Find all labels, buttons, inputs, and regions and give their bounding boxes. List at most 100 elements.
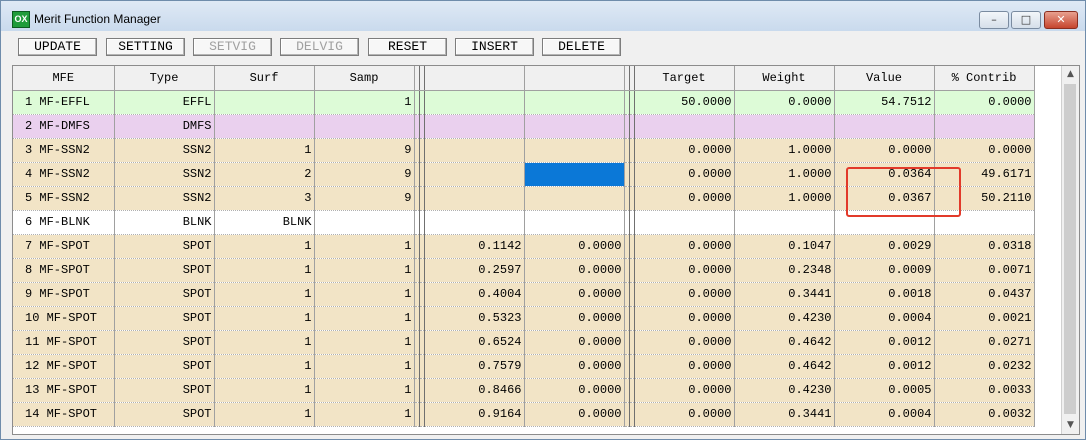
surf-cell[interactable]: 1 [214, 234, 315, 259]
col-header-param1[interactable] [424, 66, 525, 91]
table-row[interactable]: 2 MF-DMFS DMFS [13, 114, 1035, 139]
param1-cell[interactable] [424, 162, 525, 187]
title-bar[interactable]: OX Merit Function Manager – □ ✕ [1, 1, 1085, 31]
contrib-cell[interactable]: 0.0232 [934, 354, 1035, 379]
value-cell[interactable] [834, 114, 935, 139]
target-cell[interactable]: 0.0000 [634, 378, 735, 403]
table-row[interactable]: 9 MF-SPOT SPOT 1 1 0.4004 0.0000 0.0000 0.3441 0… [13, 282, 1035, 307]
vertical-scrollbar[interactable]: ▲ ▼ [1061, 66, 1079, 434]
contrib-cell[interactable]: 0.0271 [934, 330, 1035, 355]
table-row[interactable]: 10 MF-SPOT SPOT 1 1 0.5323 0.0000 0.0000 0.4230… [13, 306, 1035, 331]
target-cell[interactable]: 0.0000 [634, 402, 735, 427]
value-cell[interactable]: 0.0004 [834, 306, 935, 331]
weight-cell[interactable] [734, 114, 835, 139]
contrib-cell[interactable] [934, 210, 1035, 235]
setting-button[interactable]: SETTING [106, 38, 185, 56]
samp-cell[interactable]: 9 [314, 186, 415, 211]
weight-cell[interactable]: 0.4642 [734, 354, 835, 379]
mfe-cell[interactable]: 11 MF-SPOT [13, 330, 115, 355]
param1-cell[interactable] [424, 210, 525, 235]
surf-cell[interactable]: BLNK [214, 210, 315, 235]
type-cell[interactable]: SSN2 [114, 186, 215, 211]
surf-cell[interactable]: 1 [214, 138, 315, 163]
insert-button[interactable]: INSERT [455, 38, 534, 56]
type-cell[interactable]: EFFL [114, 90, 215, 115]
table-row[interactable]: 13 MF-SPOT SPOT 1 1 0.8466 0.0000 0.0000 0.4230… [13, 378, 1035, 403]
type-cell[interactable]: SPOT [114, 330, 215, 355]
col-header-samp[interactable]: Samp [314, 66, 415, 91]
target-cell[interactable]: 0.0000 [634, 162, 735, 187]
type-cell[interactable]: SPOT [114, 306, 215, 331]
param2-cell[interactable] [524, 186, 625, 211]
target-cell[interactable]: 0.0000 [634, 234, 735, 259]
samp-cell[interactable]: 1 [314, 354, 415, 379]
mfe-cell[interactable]: 9 MF-SPOT [13, 282, 115, 307]
table-row[interactable]: 11 MF-SPOT SPOT 1 1 0.6524 0.0000 0.0000 0.4642… [13, 330, 1035, 355]
type-cell[interactable]: SPOT [114, 354, 215, 379]
mfe-cell[interactable]: 2 MF-DMFS [13, 114, 115, 139]
mfe-cell[interactable]: 12 MF-SPOT [13, 354, 115, 379]
param1-cell[interactable]: 0.7579 [424, 354, 525, 379]
param1-cell[interactable]: 0.6524 [424, 330, 525, 355]
col-header-type[interactable]: Type [114, 66, 215, 91]
mfe-cell[interactable]: 13 MF-SPOT [13, 378, 115, 403]
value-cell[interactable]: 0.0029 [834, 234, 935, 259]
col-header-contrib[interactable]: % Contrib [934, 66, 1035, 91]
weight-cell[interactable]: 0.4642 [734, 330, 835, 355]
close-button[interactable]: ✕ [1044, 11, 1078, 29]
mfe-cell[interactable]: 1 MF-EFFL [13, 90, 115, 115]
contrib-cell[interactable]: 49.6171 [934, 162, 1035, 187]
contrib-cell[interactable]: 0.0000 [934, 138, 1035, 163]
param2-cell[interactable] [524, 114, 625, 139]
contrib-cell[interactable]: 0.0071 [934, 258, 1035, 283]
param1-cell[interactable]: 0.9164 [424, 402, 525, 427]
reset-button[interactable]: RESET [368, 38, 447, 56]
table-row[interactable]: 6 MF-BLNK BLNK BLNK [13, 210, 1035, 235]
scrollbar-thumb[interactable] [1064, 84, 1076, 414]
target-cell[interactable] [634, 210, 735, 235]
target-cell[interactable]: 0.0000 [634, 306, 735, 331]
param2-cell[interactable] [524, 162, 625, 187]
delvig-button[interactable]: DELVIG [280, 38, 359, 56]
param2-cell[interactable]: 0.0000 [524, 330, 625, 355]
col-header-weight[interactable]: Weight [734, 66, 835, 91]
mfe-cell[interactable]: 8 MF-SPOT [13, 258, 115, 283]
value-cell[interactable]: 0.0364 [834, 162, 935, 187]
mfe-cell[interactable]: 5 MF-SSN2 [13, 186, 115, 211]
mfe-cell[interactable]: 4 MF-SSN2 [13, 162, 115, 187]
samp-cell[interactable]: 1 [314, 378, 415, 403]
samp-cell[interactable]: 9 [314, 138, 415, 163]
surf-cell[interactable]: 1 [214, 306, 315, 331]
samp-cell[interactable] [314, 210, 415, 235]
param2-cell[interactable]: 0.0000 [524, 258, 625, 283]
samp-cell[interactable]: 1 [314, 234, 415, 259]
table-row[interactable]: 1 MF-EFFL EFFL 1 50.0000 0.0000 54.7512 0.0000 [13, 90, 1035, 115]
target-cell[interactable]: 0.0000 [634, 186, 735, 211]
mfe-cell[interactable]: 7 MF-SPOT [13, 234, 115, 259]
setvig-button[interactable]: SETVIG [193, 38, 272, 56]
type-cell[interactable]: DMFS [114, 114, 215, 139]
surf-cell[interactable]: 1 [214, 282, 315, 307]
surf-cell[interactable] [214, 90, 315, 115]
contrib-cell[interactable]: 0.0021 [934, 306, 1035, 331]
weight-cell[interactable] [734, 210, 835, 235]
col-header-mfe[interactable]: MFE [13, 66, 115, 91]
target-cell[interactable]: 0.0000 [634, 330, 735, 355]
col-header-surf[interactable]: Surf [214, 66, 315, 91]
surf-cell[interactable]: 1 [214, 330, 315, 355]
param2-cell[interactable]: 0.0000 [524, 402, 625, 427]
value-cell[interactable]: 0.0018 [834, 282, 935, 307]
weight-cell[interactable]: 0.2348 [734, 258, 835, 283]
param1-cell[interactable]: 0.5323 [424, 306, 525, 331]
value-cell[interactable]: 0.0012 [834, 330, 935, 355]
scroll-up-arrow-icon[interactable]: ▲ [1062, 66, 1079, 83]
value-cell[interactable]: 0.0367 [834, 186, 935, 211]
table-row[interactable]: 3 MF-SSN2 SSN2 1 9 0.0000 1.0000 0.0000 0.0000 [13, 138, 1035, 163]
table-row[interactable]: 5 MF-SSN2 SSN2 3 9 0.0000 1.0000 0.0367 50.2110 [13, 186, 1035, 211]
weight-cell[interactable]: 1.0000 [734, 138, 835, 163]
weight-cell[interactable]: 1.0000 [734, 186, 835, 211]
mfe-cell[interactable]: 10 MF-SPOT [13, 306, 115, 331]
table-row[interactable]: 4 MF-SSN2 SSN2 2 9 0.0000 1.0000 0.0364 49.6171 [13, 162, 1035, 187]
target-cell[interactable]: 0.0000 [634, 138, 735, 163]
samp-cell[interactable]: 1 [314, 282, 415, 307]
